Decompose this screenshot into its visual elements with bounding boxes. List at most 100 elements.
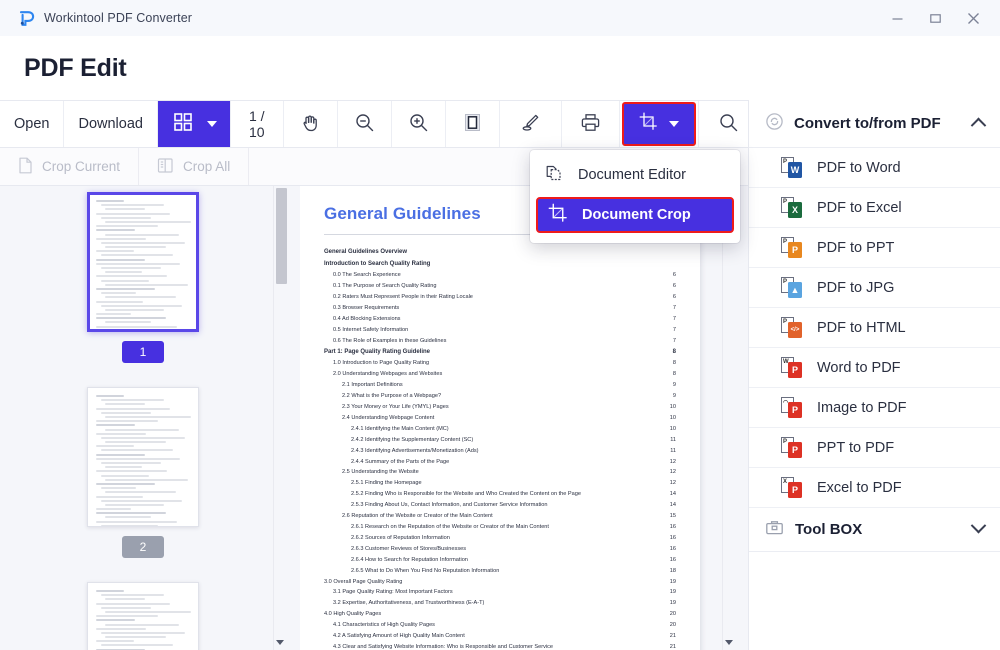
thumbnail-item[interactable]: 1 bbox=[0, 192, 286, 363]
crop-button[interactable] bbox=[621, 102, 696, 146]
thumbnail-scrollbar-thumb[interactable] bbox=[276, 188, 287, 284]
thumbnail-text-line bbox=[101, 330, 158, 332]
minimize-button[interactable] bbox=[878, 0, 916, 36]
thumbnail-scrollbar[interactable] bbox=[273, 186, 287, 650]
app-title: Workintool PDF Converter bbox=[44, 11, 193, 25]
convert-item-pdf-to-word[interactable]: P W PDF to Word bbox=[749, 148, 1000, 188]
crop-current-button[interactable]: Crop Current bbox=[0, 148, 140, 185]
convert-item-pdf-to-html[interactable]: P </> PDF to HTML bbox=[749, 308, 1000, 348]
file-convert-icon: PP bbox=[781, 236, 803, 259]
toc-row: 0.3 Browser Requirements 7 bbox=[324, 303, 676, 314]
menu-item-document-editor[interactable]: Document Editor bbox=[530, 158, 740, 192]
crop-all-button[interactable]: Crop All bbox=[139, 148, 250, 185]
crop-all-label: Crop All bbox=[183, 159, 231, 174]
toc-entry-label: 2.6.1 Research on the Reputation of the … bbox=[351, 524, 549, 530]
grid-view-button[interactable] bbox=[157, 101, 231, 147]
thumbnail-text-line bbox=[96, 640, 134, 643]
thumbnail-text-line bbox=[96, 407, 171, 410]
toc-entry-label: 4.0 High Quality Pages bbox=[324, 611, 382, 618]
convert-item-pdf-to-excel[interactable]: P X PDF to Excel bbox=[749, 188, 1000, 228]
toc-entry-label: 4.1 Characteristics of High Quality Page… bbox=[333, 622, 435, 629]
thumbnail-scroll-down-arrow-icon[interactable] bbox=[274, 635, 286, 649]
thumbnail-page-preview[interactable] bbox=[87, 192, 199, 332]
toc-row: 0.0 The Search Experience 6 bbox=[324, 270, 676, 281]
thumbnail-text-line bbox=[100, 524, 159, 526]
thumbnail-text-line bbox=[96, 495, 143, 498]
toc-entry-label: 2.5.2 Finding Who is Responsible for the… bbox=[351, 491, 581, 498]
document-viewer[interactable]: General Guidelines General Guidelines Ov… bbox=[300, 186, 720, 650]
toc-entry-label: 2.1 Important Definitions bbox=[342, 382, 403, 389]
toc-row: Introduction to Search Quality Rating bbox=[324, 259, 676, 271]
thumbnail-page-badge[interactable]: 1 bbox=[122, 341, 164, 363]
download-button[interactable]: Download bbox=[64, 101, 158, 147]
toc-row: 2.5 Understanding the Website 12 bbox=[324, 467, 676, 478]
thumbnail-text-line bbox=[100, 399, 164, 402]
convert-section-header[interactable]: Convert to/from PDF bbox=[749, 100, 1000, 148]
crop-chevron-down-icon[interactable] bbox=[668, 121, 679, 127]
thumbnail-text-line bbox=[105, 516, 152, 519]
page-header: PDF Edit bbox=[0, 36, 1000, 100]
convert-item-pdf-to-jpg[interactable]: P ▲ PDF to JPG bbox=[749, 268, 1000, 308]
toc-entry-label: 2.4.1 Identifying the Main Content (MC) bbox=[351, 425, 449, 432]
convert-item-ppt-to-pdf[interactable]: P P PPT to PDF bbox=[749, 428, 1000, 468]
toc-row: 2.6 Reputation of the Website or Creator… bbox=[324, 511, 676, 522]
grid-view-icon bbox=[173, 112, 193, 137]
toc-entry-page: 7 bbox=[672, 337, 676, 344]
thumbnail-text-line bbox=[100, 462, 161, 464]
zoom-in-button[interactable] bbox=[392, 101, 446, 147]
thumbnail-item[interactable]: 3 bbox=[0, 582, 286, 650]
toc-row: 2.6.2 Sources of Reputation Information 1… bbox=[324, 533, 676, 544]
toc-row: 2.6.1 Research on the Reputation of the … bbox=[324, 522, 676, 533]
page-fit-button[interactable] bbox=[446, 101, 500, 147]
pen-edit-icon bbox=[520, 112, 541, 137]
toc-row: 4.1 Characteristics of High Quality Page… bbox=[324, 620, 676, 631]
zoom-out-button[interactable] bbox=[338, 101, 392, 147]
close-button[interactable] bbox=[954, 0, 992, 36]
convert-item-label: PDF to PPT bbox=[817, 239, 895, 256]
thumbnail-text-line bbox=[96, 457, 180, 460]
zoom-out-icon bbox=[354, 112, 375, 137]
thumbnail-text-line bbox=[100, 594, 164, 597]
menu-item-document-crop[interactable]: Document Crop bbox=[536, 197, 734, 233]
thumbnail-text-line bbox=[105, 296, 176, 299]
target-format-icon: X bbox=[788, 201, 802, 218]
convert-chevron-up-icon[interactable] bbox=[970, 115, 987, 134]
thumbnail-text-line bbox=[105, 220, 191, 223]
toc-row: 2.1 Important Definitions 9 bbox=[324, 380, 676, 391]
thumbnail-item[interactable]: 2 bbox=[0, 387, 286, 558]
target-format-icon: P bbox=[788, 241, 802, 258]
thumbnail-text-line bbox=[105, 466, 143, 469]
thumbnail-text-line bbox=[105, 246, 167, 249]
convert-item-excel-to-pdf[interactable]: X P Excel to PDF bbox=[749, 468, 1000, 508]
thumbnail-panel[interactable]: 1 2 3 bbox=[0, 186, 286, 650]
convert-item-word-to-pdf[interactable]: W P Word to PDF bbox=[749, 348, 1000, 388]
thumbnail-page-preview[interactable] bbox=[87, 387, 199, 527]
document-scrollbar-track[interactable] bbox=[724, 186, 736, 634]
grid-view-chevron-down-icon[interactable] bbox=[206, 121, 217, 127]
page-indicator[interactable]: 1 / 10 bbox=[231, 101, 284, 147]
thumbnail-page-badge[interactable]: 2 bbox=[122, 536, 164, 558]
convert-item-image-to-pdf[interactable]: ◠ P Image to PDF bbox=[749, 388, 1000, 428]
thumbnail-page-preview[interactable] bbox=[87, 582, 199, 650]
hand-tool-button[interactable] bbox=[284, 101, 338, 147]
toc-entry-label: 3.0 Overall Page Quality Rating bbox=[324, 578, 403, 585]
convert-sidebar: Convert to/from PDF P W PDF to Word P X PDF t… bbox=[748, 100, 1000, 650]
annotate-button[interactable] bbox=[500, 101, 562, 147]
main-toolbar: Open Download 1 / 10 bbox=[0, 100, 795, 148]
thumbnail-text-line bbox=[96, 627, 146, 630]
convert-item-pdf-to-ppt[interactable]: P P PDF to PPT bbox=[749, 228, 1000, 268]
document-scroll-down-arrow-icon[interactable] bbox=[723, 635, 735, 649]
thumbnail-text-line bbox=[96, 258, 145, 261]
thumbnail-scrollbar-track[interactable] bbox=[275, 186, 287, 634]
target-format-icon: P bbox=[788, 441, 802, 458]
maximize-button[interactable] bbox=[916, 0, 954, 36]
open-button[interactable]: Open bbox=[0, 101, 65, 147]
toolbox-section-header[interactable]: Tool BOX bbox=[749, 508, 1000, 552]
document-scrollbar[interactable] bbox=[722, 186, 736, 650]
toolbox-chevron-down-icon[interactable] bbox=[970, 517, 987, 538]
toc-entry-page: 9 bbox=[672, 382, 676, 389]
print-button[interactable] bbox=[562, 101, 620, 147]
toc-row: 2.5.1 Finding the Homepage 12 bbox=[324, 478, 676, 489]
thumbnail-text-line bbox=[100, 474, 149, 477]
toc-entry-page: 19 bbox=[669, 589, 676, 596]
